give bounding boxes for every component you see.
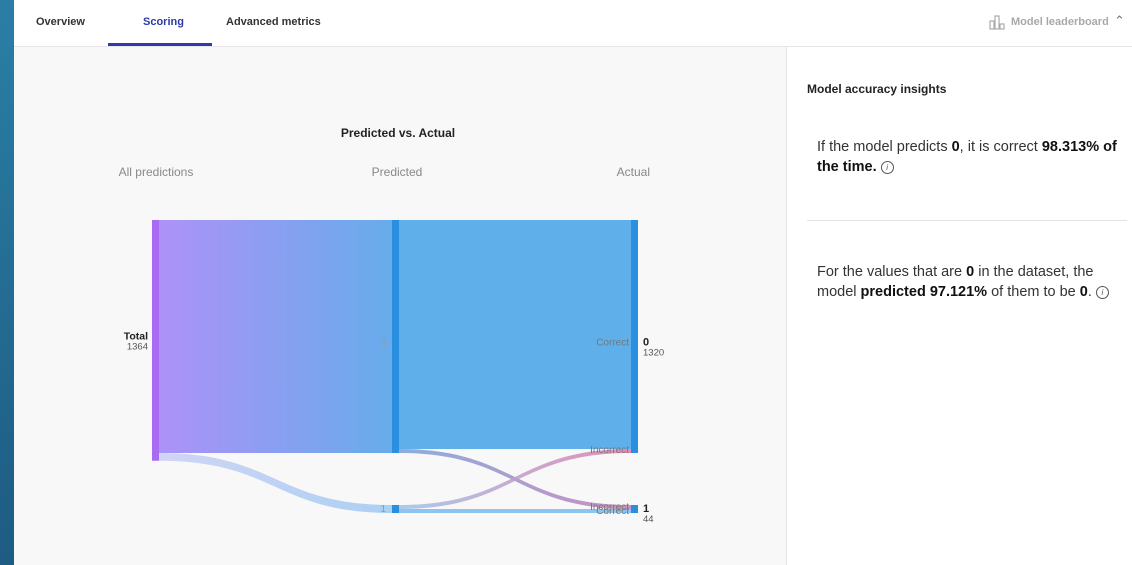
- leaderboard-icon: [989, 15, 1005, 30]
- active-tab-indicator: [108, 43, 212, 46]
- node-label-predicted-1: 1: [380, 504, 386, 515]
- insight-recall: For the values that are 0 in the dataset…: [817, 262, 1117, 302]
- leaderboard-label: Model leaderboard: [1011, 16, 1109, 28]
- node-value-actual-1: 44: [643, 514, 654, 525]
- link-label-correct: Correct: [596, 337, 629, 348]
- sankey-chart-area: Predicted vs. Actual All predictions Pre…: [14, 47, 786, 565]
- flow-predicted-1-incorrect: [399, 448, 631, 509]
- app-panel: Overview Scoring Advanced metrics Model …: [14, 0, 1132, 565]
- tab-bar: Overview Scoring Advanced metrics Model …: [14, 0, 1132, 47]
- node-total: [152, 220, 159, 461]
- info-icon[interactable]: i: [880, 160, 894, 174]
- node-value-actual-0: 1320: [643, 347, 664, 358]
- insight-precision: If the model predicts 0, it is correct 9…: [817, 139, 1117, 175]
- node-actual-0: [631, 220, 638, 453]
- column-label-predicted: Predicted: [372, 165, 423, 179]
- flow-predicted-0-correct: [399, 220, 631, 449]
- column-label-actual: Actual: [617, 165, 650, 179]
- info-icon[interactable]: i: [1095, 285, 1109, 299]
- collapse-icon[interactable]: ⌃: [1114, 13, 1125, 29]
- column-label-all-predictions: All predictions: [119, 165, 194, 179]
- model-leaderboard-button[interactable]: Model leaderboard: [989, 14, 1109, 30]
- link-label-correct: Correct: [596, 506, 629, 517]
- node-predicted-0: [392, 220, 399, 453]
- tab-advanced-metrics[interactable]: Advanced metrics: [226, 16, 321, 28]
- sankey-chart: Predicted vs. Actual All predictions Pre…: [119, 126, 664, 525]
- tab-overview[interactable]: Overview: [36, 16, 85, 28]
- tab-scoring[interactable]: Scoring: [143, 16, 184, 28]
- link-label-incorrect: Incorrect: [590, 445, 629, 456]
- node-predicted-1: [392, 505, 399, 513]
- insights-title: Model accuracy insights: [807, 82, 947, 96]
- node-value-total: 1364: [127, 341, 148, 352]
- node-label-predicted-0: 0: [380, 337, 386, 348]
- flow-total-to-predicted-0: [159, 220, 392, 453]
- chart-title: Predicted vs. Actual: [341, 126, 455, 140]
- flow-total-to-predicted-1: [159, 452, 392, 513]
- node-actual-1: [631, 505, 638, 513]
- insights-panel: Model accuracy insights If the model pre…: [786, 47, 1132, 565]
- insights-divider: [807, 220, 1127, 221]
